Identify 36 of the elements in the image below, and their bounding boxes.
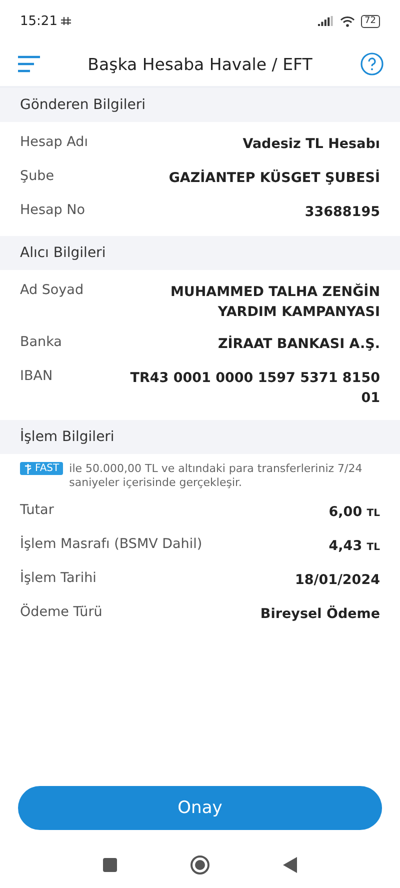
help-icon[interactable] — [360, 52, 384, 76]
field-label: Ad Soyad — [20, 282, 84, 298]
field-value: Vadesiz TL Hesabı — [242, 135, 380, 154]
fast-badge: FAST — [20, 462, 64, 475]
field-value: Bireysel Ödeme — [260, 604, 380, 624]
clock-time: 15:21 — [20, 14, 58, 28]
field-value: GAZİANTEP KÜSGET ŞUBESİ — [168, 168, 380, 188]
field-value: ZİRAAT BANKASI A.Ş. — [218, 334, 380, 354]
field-label: IBAN — [20, 368, 53, 384]
battery-icon: 72 — [360, 14, 380, 28]
back-icon[interactable] — [282, 856, 298, 874]
field-label: Ödeme Türü — [20, 604, 102, 620]
field-label: Şube — [20, 168, 54, 184]
signal-icon — [318, 16, 334, 26]
field-label: Banka — [20, 334, 62, 350]
field-label: Hesap No — [20, 202, 85, 218]
fast-notice: ile 50.000,00 TL ve altındaki para transferleriniz 7/24 saniyeler içerisinde gerçekleşir. — [69, 462, 364, 490]
wifi-icon — [340, 16, 355, 26]
field-value: 4,43 TL — [328, 537, 380, 556]
confirm-button[interactable]: Onay — [18, 786, 382, 830]
section-header: Gönderen Bilgileri — [0, 88, 400, 122]
field-value: 18/01/2024 — [294, 571, 380, 590]
field-value: MUHAMMED TALHA ZENĞİN YARDIM KAMPANYASI — [169, 282, 380, 322]
section-header: İşlem Bilgileri — [0, 420, 400, 454]
field-label: Tutar — [20, 502, 54, 518]
section-header: Alıcı Bilgileri — [0, 236, 400, 270]
page-title: Başka Hesaba Havale / EFT — [88, 54, 312, 74]
field-value: 33688195 — [304, 203, 380, 222]
home-icon[interactable] — [190, 855, 210, 875]
menu-icon[interactable] — [18, 55, 40, 73]
field-label: İşlem Masrafı (BSMV Dahil) — [20, 536, 202, 552]
field-label: İşlem Tarihi — [20, 570, 96, 586]
field-value: TR43 0001 0000 1597 5371 8150 01 — [129, 369, 380, 408]
field-value: 6,00 TL — [328, 503, 380, 522]
recents-icon[interactable] — [102, 857, 118, 873]
field-label: Hesap Adı — [20, 134, 88, 150]
